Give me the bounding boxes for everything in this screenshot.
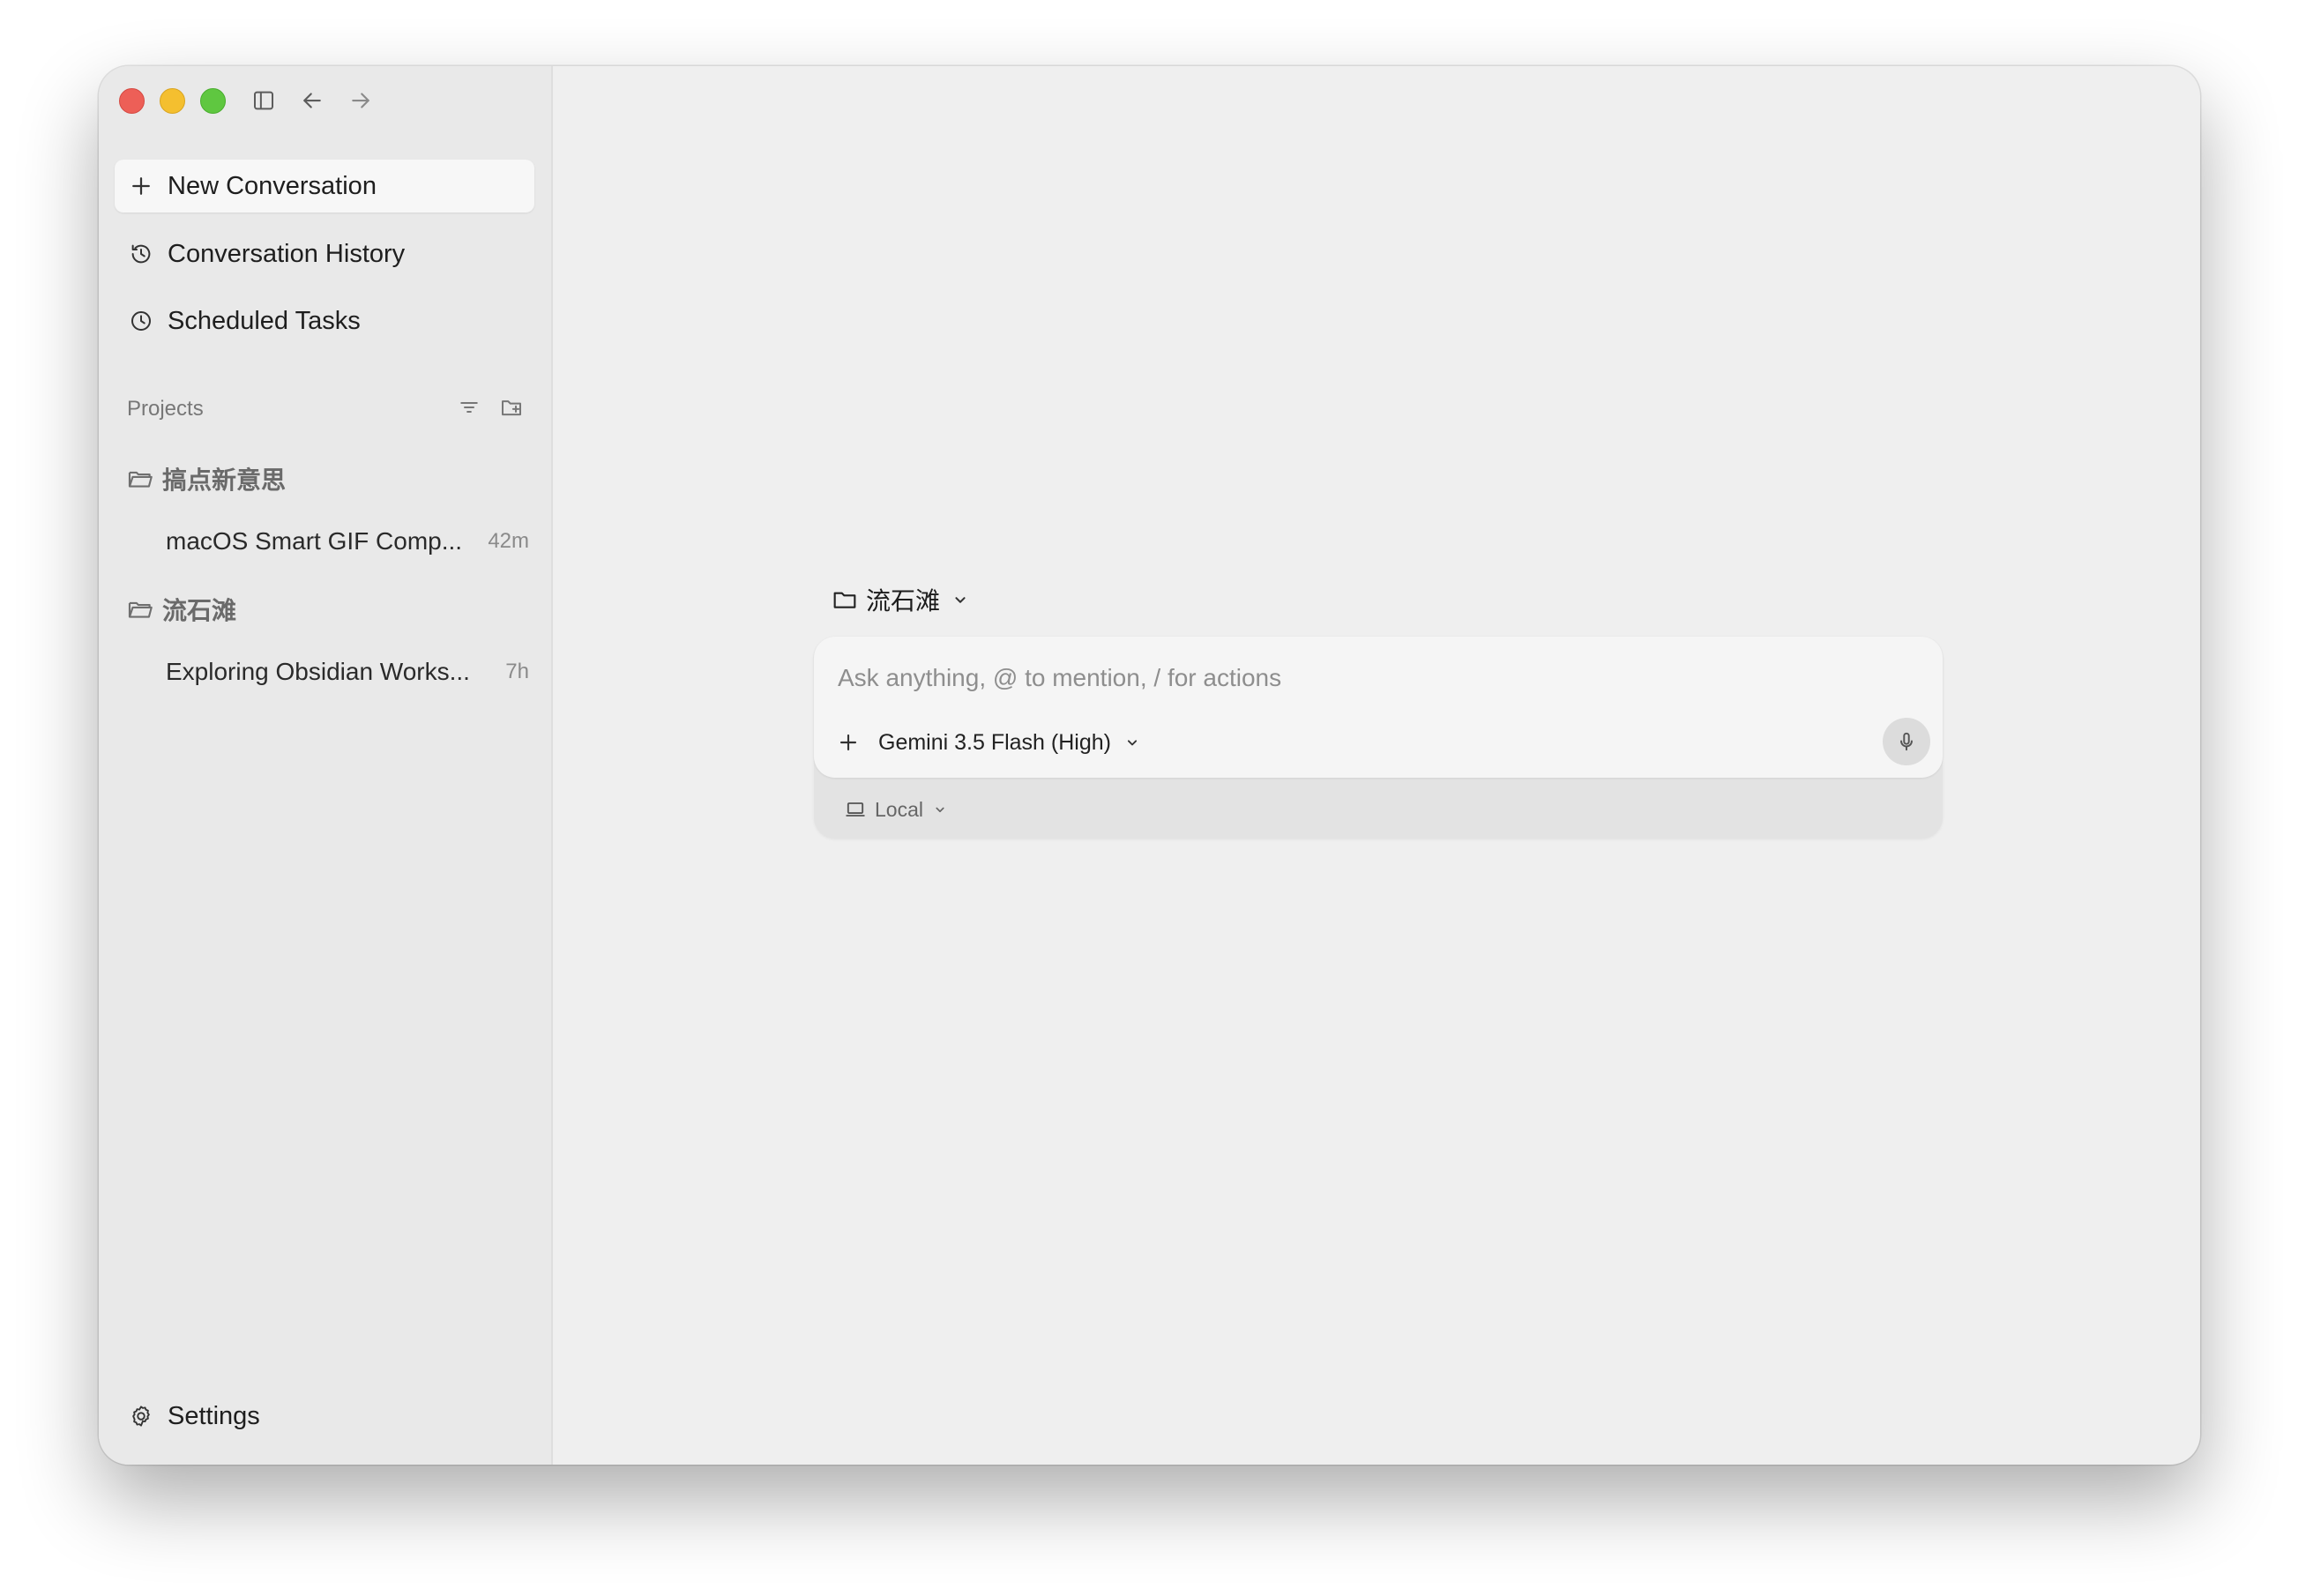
open-folder-icon (125, 464, 155, 494)
microphone-button[interactable] (1883, 718, 1930, 765)
conversation-time: 42m (488, 529, 529, 553)
projects-header: Projects (127, 397, 204, 421)
project-folder[interactable]: 搞点新意思 (125, 461, 286, 496)
new-conversation-label: New Conversation (168, 171, 377, 200)
forward-arrow-icon[interactable] (347, 87, 374, 114)
conversation-time: 7h (505, 660, 529, 683)
gear-icon (127, 1402, 155, 1430)
project-folder[interactable]: 流石滩 (125, 592, 236, 627)
zoom-window-button[interactable] (200, 88, 226, 114)
scheduled-tasks-item[interactable]: Scheduled Tasks (115, 295, 534, 347)
environment-selector[interactable]: Local (843, 794, 948, 825)
sidebar-toggle-icon[interactable] (250, 87, 277, 114)
prompt-input[interactable] (836, 656, 1898, 700)
new-conversation-button[interactable]: New Conversation (115, 160, 534, 213)
project-name: 流石滩 (162, 597, 237, 624)
filter-icon[interactable] (456, 394, 482, 421)
microphone-icon (1900, 732, 1913, 751)
environment-label: Local (875, 797, 923, 821)
composer-input-area: Gemini 3.5 Flash (High) (814, 637, 1943, 778)
attach-plus-icon[interactable] (834, 728, 862, 757)
model-selector[interactable]: Gemini 3.5 Flash (High) (878, 725, 1141, 760)
settings-label: Settings (168, 1401, 260, 1430)
project-selector[interactable]: 流石滩 (831, 578, 970, 622)
sidebar: New Conversation Conversation History Sc… (99, 66, 553, 1465)
project-name: 搞点新意思 (162, 466, 287, 494)
open-folder-icon (125, 594, 155, 624)
minimize-window-button[interactable] (160, 88, 185, 114)
plus-icon (127, 172, 155, 200)
chevron-down-icon (932, 802, 948, 817)
clock-icon (127, 307, 155, 335)
conversation-title: Exploring Obsidian Works... (166, 658, 470, 685)
scheduled-tasks-label: Scheduled Tasks (168, 306, 361, 335)
new-folder-icon[interactable] (498, 394, 525, 421)
conversation-history-item[interactable]: Conversation History (115, 227, 534, 280)
composer: Gemini 3.5 Flash (High) (814, 637, 1943, 839)
conversation-history-label: Conversation History (168, 239, 406, 268)
chevron-down-icon (1123, 734, 1141, 751)
settings-item[interactable]: Settings (115, 1394, 260, 1438)
project-selector-label: 流石滩 (866, 587, 941, 615)
chevron-down-icon (951, 590, 970, 609)
folder-icon (831, 585, 859, 614)
history-icon (127, 240, 155, 268)
back-arrow-icon[interactable] (299, 87, 325, 114)
model-label: Gemini 3.5 Flash (High) (878, 729, 1111, 755)
app-window: New Conversation Conversation History Sc… (99, 66, 2200, 1465)
laptop-icon (843, 797, 868, 822)
close-window-button[interactable] (119, 88, 145, 114)
conversation-item[interactable]: macOS Smart GIF Comp... 42m (166, 522, 536, 561)
conversation-item[interactable]: Exploring Obsidian Works... 7h (166, 653, 536, 691)
conversation-title: macOS Smart GIF Comp... (166, 527, 463, 555)
